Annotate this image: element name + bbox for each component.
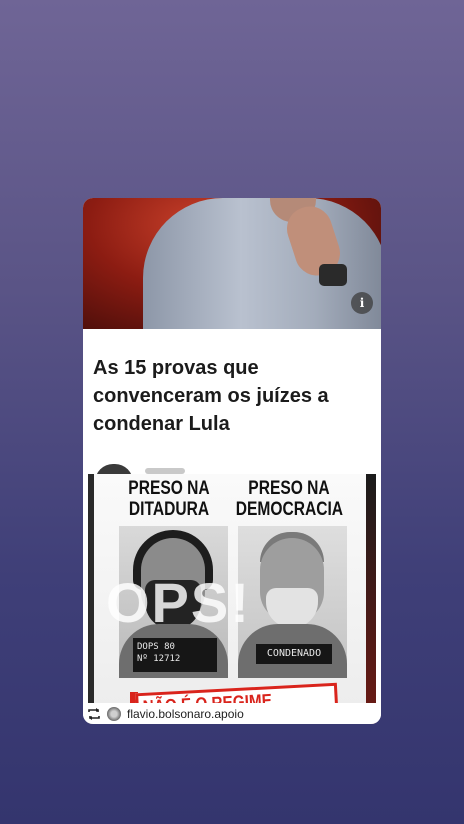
seal-icon (107, 706, 121, 721)
plate-line-1: DOPS 80 (137, 642, 175, 652)
account-handle[interactable]: flavio.bolsonaro.apoio (127, 707, 244, 721)
poster-right-edge (366, 474, 376, 724)
meme-poster: PRESO NA DITADURA PRESO NA DEMOCRACIA DO… (88, 474, 376, 724)
plate-line-2: Nº 12712 (137, 654, 181, 664)
left-caption: PRESO NA DITADURA (128, 478, 210, 520)
right-caption: PRESO NA DEMOCRACIA (235, 478, 344, 520)
article-hero-image[interactable]: i (83, 198, 381, 329)
poster-left-edge (88, 474, 94, 724)
hero-watch (319, 264, 347, 286)
attribution-bar[interactable]: flavio.bolsonaro.apoio (83, 703, 381, 724)
repost-icon (88, 707, 100, 720)
mugshot-right-plate: CONDENADO (256, 644, 332, 664)
mugshot-right: CONDENADO (238, 526, 347, 678)
article-headline[interactable]: As 15 provas que convenceram os juízes a… (93, 354, 373, 438)
mugshot-left-plate: DOPS 80 Nº 12712 (133, 638, 217, 672)
ops-overlay-text: OPS! (106, 571, 251, 634)
story-card[interactable]: i As 15 provas que convenceram os juízes… (83, 198, 381, 724)
hero-shirt (143, 198, 381, 329)
mugshot-right-beard (266, 588, 318, 628)
info-icon[interactable]: i (351, 292, 373, 314)
